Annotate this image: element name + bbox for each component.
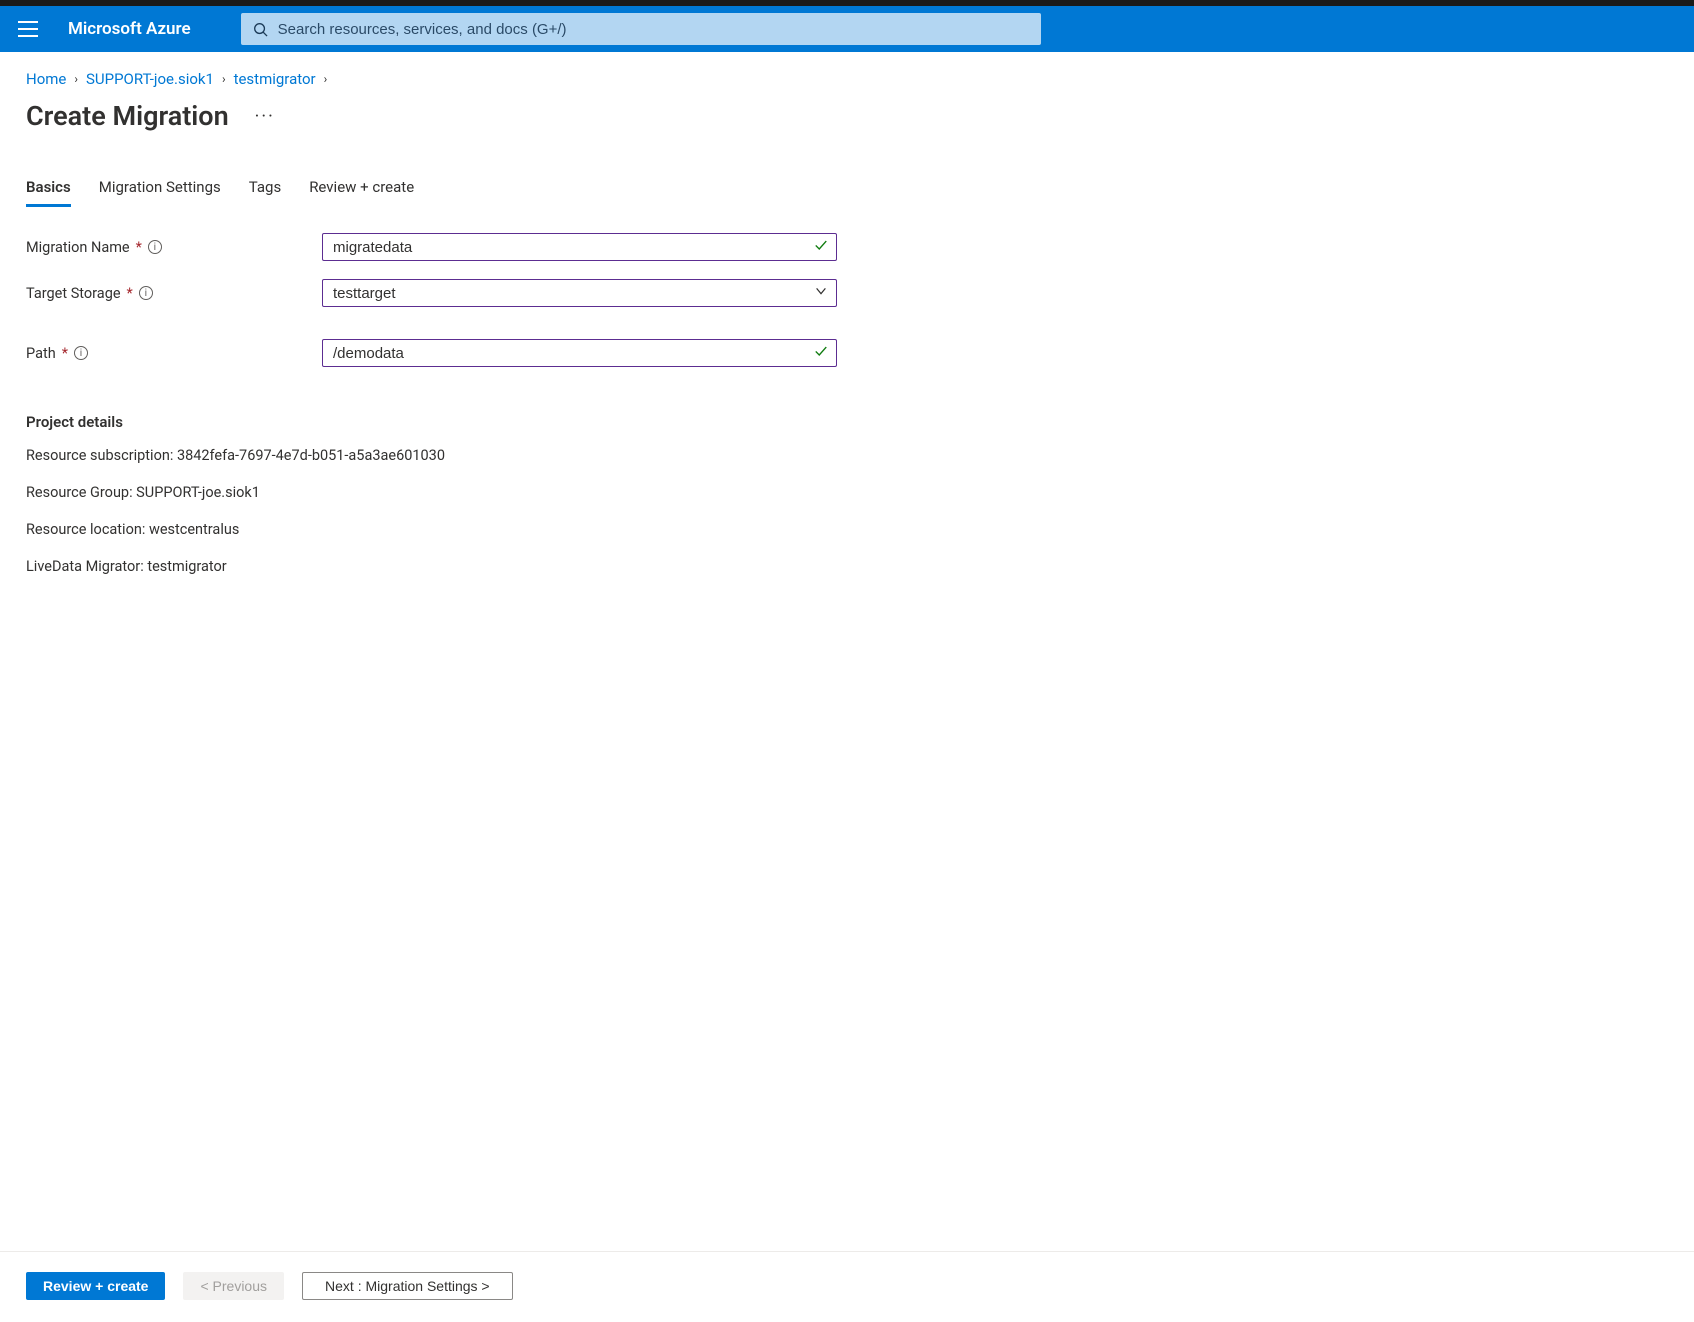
- azure-brand[interactable]: Microsoft Azure: [68, 19, 191, 39]
- chevron-right-icon: ›: [74, 72, 78, 86]
- tab-basics[interactable]: Basics: [26, 178, 71, 207]
- title-bar: Create Migration ···: [26, 100, 1668, 132]
- label-text: Path: [26, 345, 56, 362]
- hamburger-menu-icon[interactable]: [18, 21, 38, 37]
- target-storage-value[interactable]: [333, 285, 814, 302]
- required-asterisk: *: [127, 285, 133, 302]
- more-actions-button[interactable]: ···: [247, 102, 283, 131]
- azure-header: Microsoft Azure: [0, 6, 1694, 52]
- breadcrumb: Home › SUPPORT-joe.siok1 › testmigrator …: [26, 70, 1668, 88]
- global-search[interactable]: [241, 13, 1041, 45]
- migration-name-input[interactable]: [333, 239, 814, 256]
- row-migration-name: Migration Name * i: [26, 233, 1668, 261]
- breadcrumb-home[interactable]: Home: [26, 70, 66, 88]
- chevron-right-icon: ›: [324, 72, 328, 86]
- detail-migrator: LiveData Migrator: testmigrator: [26, 558, 1668, 575]
- tab-review-create[interactable]: Review + create: [309, 178, 414, 207]
- search-icon: [253, 22, 268, 37]
- required-asterisk: *: [62, 345, 68, 362]
- search-input[interactable]: [268, 21, 1029, 38]
- project-details-heading: Project details: [26, 413, 1668, 431]
- detail-resource-group: Resource Group: SUPPORT-joe.siok1: [26, 484, 1668, 501]
- target-storage-dropdown[interactable]: [322, 279, 837, 307]
- check-icon: [814, 238, 828, 256]
- previous-button: < Previous: [183, 1272, 284, 1300]
- label-migration-name: Migration Name * i: [26, 239, 322, 256]
- check-icon: [814, 344, 828, 362]
- wizard-footer: Review + create < Previous Next : Migrat…: [0, 1251, 1694, 1322]
- tab-tags[interactable]: Tags: [249, 178, 281, 207]
- review-create-button[interactable]: Review + create: [26, 1272, 165, 1300]
- path-input[interactable]: [333, 345, 814, 362]
- info-icon[interactable]: i: [139, 286, 153, 300]
- row-path: Path * i: [26, 339, 1668, 367]
- migration-name-field[interactable]: [322, 233, 837, 261]
- detail-subscription: Resource subscription: 3842fefa-7697-4e7…: [26, 447, 1668, 464]
- row-target-storage: Target Storage * i: [26, 279, 1668, 307]
- breadcrumb-migrator[interactable]: testmigrator: [234, 70, 316, 88]
- label-path: Path * i: [26, 345, 322, 362]
- label-target-storage: Target Storage * i: [26, 285, 322, 302]
- required-asterisk: *: [136, 239, 142, 256]
- tabs: Basics Migration Settings Tags Review + …: [26, 178, 1668, 207]
- page-title: Create Migration: [26, 100, 229, 132]
- page-body: Home › SUPPORT-joe.siok1 › testmigrator …: [0, 52, 1694, 1322]
- label-text: Migration Name: [26, 239, 130, 256]
- label-text: Target Storage: [26, 285, 121, 302]
- info-icon[interactable]: i: [74, 346, 88, 360]
- next-button[interactable]: Next : Migration Settings >: [302, 1272, 513, 1300]
- chevron-right-icon: ›: [222, 72, 226, 86]
- tab-migration-settings[interactable]: Migration Settings: [99, 178, 221, 207]
- info-icon[interactable]: i: [148, 240, 162, 254]
- breadcrumb-support[interactable]: SUPPORT-joe.siok1: [86, 70, 214, 88]
- detail-location: Resource location: westcentralus: [26, 521, 1668, 538]
- path-field[interactable]: [322, 339, 837, 367]
- chevron-down-icon: [814, 284, 828, 302]
